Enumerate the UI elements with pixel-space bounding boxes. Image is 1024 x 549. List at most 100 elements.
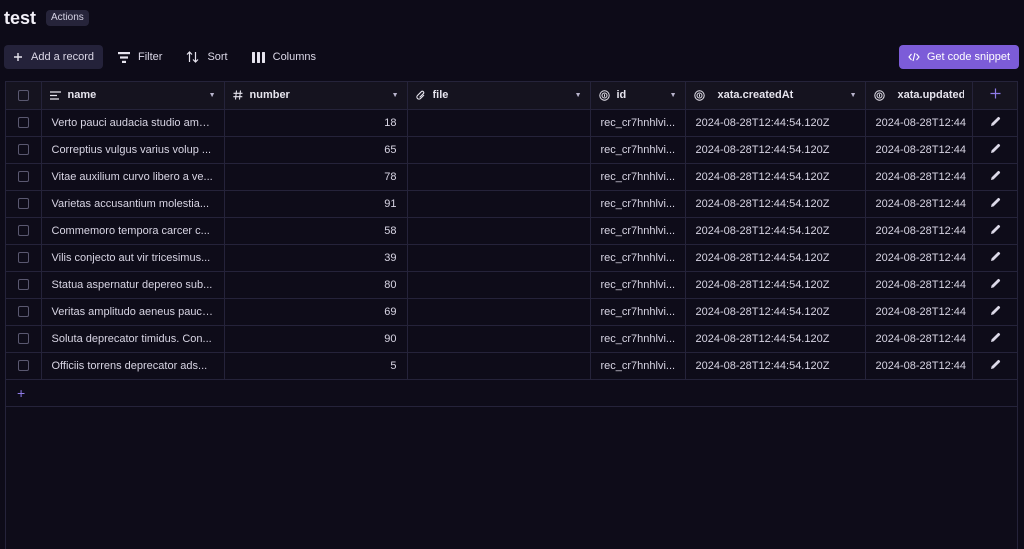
edit-row-button[interactable]: [972, 136, 1017, 164]
table-row[interactable]: Soluta deprecator timidus. Con... 90 rec_c…: [6, 325, 1017, 353]
number-cell[interactable]: 69: [224, 298, 408, 326]
table-row[interactable]: Vitae auxilium curvo libero a ve... 78 rec…: [6, 163, 1017, 191]
file-cell[interactable]: [407, 244, 591, 272]
id-cell[interactable]: rec_cr7hnhlvi...: [590, 271, 686, 299]
created-at-cell[interactable]: 2024-08-28T12:44:54.120Z: [685, 217, 866, 245]
chevron-down-icon[interactable]: ▼: [850, 92, 857, 99]
column-header-created-at[interactable]: xata.createdAt ▼: [685, 82, 866, 110]
name-cell[interactable]: Veritas amplitudo aeneus pauci...: [41, 298, 225, 326]
number-cell[interactable]: 80: [224, 271, 408, 299]
row-checkbox[interactable]: [17, 360, 29, 371]
created-at-cell[interactable]: 2024-08-28T12:44:54.120Z: [685, 352, 866, 380]
file-cell[interactable]: [407, 109, 591, 137]
id-cell[interactable]: rec_cr7hnhlvi...: [590, 163, 686, 191]
row-checkbox[interactable]: [17, 252, 29, 263]
number-cell[interactable]: 39: [224, 244, 408, 272]
table-row[interactable]: Statua aspernatur depereo sub... 80 rec_cr…: [6, 271, 1017, 299]
name-cell[interactable]: Varietas accusantium molestia...: [41, 190, 225, 218]
file-cell[interactable]: [407, 271, 591, 299]
created-at-cell[interactable]: 2024-08-28T12:44:54.120Z: [685, 271, 866, 299]
updated-at-cell[interactable]: 2024-08-28T12:44: [865, 325, 973, 353]
created-at-cell[interactable]: 2024-08-28T12:44:54.120Z: [685, 325, 866, 353]
file-cell[interactable]: [407, 352, 591, 380]
add-column-button[interactable]: [972, 82, 1017, 110]
edit-row-button[interactable]: [972, 325, 1017, 353]
file-cell[interactable]: [407, 325, 591, 353]
name-cell[interactable]: Officiis torrens deprecator ads...: [41, 352, 225, 380]
column-header-updated-at[interactable]: xata.updatedAt: [865, 82, 973, 110]
column-header-number[interactable]: number ▼: [224, 82, 408, 110]
id-cell[interactable]: rec_cr7hnhlvi...: [590, 190, 686, 218]
updated-at-cell[interactable]: 2024-08-28T12:44: [865, 271, 973, 299]
table-row[interactable]: Veritas amplitudo aeneus pauci... 69 rec_c…: [6, 298, 1017, 326]
created-at-cell[interactable]: 2024-08-28T12:44:54.120Z: [685, 109, 866, 137]
file-cell[interactable]: [407, 298, 591, 326]
id-cell[interactable]: rec_cr7hnhlvi...: [590, 352, 686, 380]
chevron-down-icon[interactable]: ▼: [670, 92, 677, 99]
edit-row-button[interactable]: [972, 163, 1017, 191]
add-record-button[interactable]: Add a record: [4, 45, 103, 69]
file-cell[interactable]: [407, 217, 591, 245]
updated-at-cell[interactable]: 2024-08-28T12:44: [865, 298, 973, 326]
row-checkbox[interactable]: [17, 117, 29, 128]
number-cell[interactable]: 58: [224, 217, 408, 245]
edit-row-button[interactable]: [972, 190, 1017, 218]
select-all-checkbox[interactable]: [17, 89, 29, 101]
row-checkbox[interactable]: [17, 198, 29, 209]
file-cell[interactable]: [407, 163, 591, 191]
column-header-id[interactable]: id ▼: [590, 82, 686, 110]
created-at-cell[interactable]: 2024-08-28T12:44:54.120Z: [685, 298, 866, 326]
column-header-name[interactable]: name ▼: [41, 82, 225, 110]
id-cell[interactable]: rec_cr7hnhlvi...: [590, 217, 686, 245]
created-at-cell[interactable]: 2024-08-28T12:44:54.120Z: [685, 136, 866, 164]
updated-at-cell[interactable]: 2024-08-28T12:44: [865, 163, 973, 191]
row-checkbox[interactable]: [17, 171, 29, 182]
row-checkbox[interactable]: [17, 144, 29, 155]
chevron-down-icon[interactable]: ▼: [209, 92, 216, 99]
chevron-down-icon[interactable]: ▼: [392, 92, 399, 99]
name-cell[interactable]: Vilis conjecto aut vir tricesimus...: [41, 244, 225, 272]
number-cell[interactable]: 90: [224, 325, 408, 353]
get-code-snippet-button[interactable]: Get code snippet: [898, 45, 1019, 69]
edit-row-button[interactable]: [972, 298, 1017, 326]
table-row[interactable]: Varietas accusantium molestia... 91 rec_cr…: [6, 190, 1017, 218]
add-row-button[interactable]: +: [6, 380, 1017, 407]
name-cell[interactable]: Statua aspernatur depereo sub...: [41, 271, 225, 299]
edit-row-button[interactable]: [972, 352, 1017, 380]
created-at-cell[interactable]: 2024-08-28T12:44:54.120Z: [685, 244, 866, 272]
edit-row-button[interactable]: [972, 109, 1017, 137]
table-row[interactable]: Commemoro tempora carcer c... 58 rec_cr7hn…: [6, 217, 1017, 245]
file-cell[interactable]: [407, 136, 591, 164]
number-cell[interactable]: 5: [224, 352, 408, 380]
sort-button[interactable]: Sort: [177, 45, 236, 69]
updated-at-cell[interactable]: 2024-08-28T12:44: [865, 217, 973, 245]
row-checkbox[interactable]: [17, 333, 29, 344]
row-checkbox[interactable]: [17, 279, 29, 290]
id-cell[interactable]: rec_cr7hnhlvi...: [590, 244, 686, 272]
column-header-file[interactable]: file ▼: [407, 82, 591, 110]
id-cell[interactable]: rec_cr7hnhlvi...: [590, 109, 686, 137]
updated-at-cell[interactable]: 2024-08-28T12:44: [865, 109, 973, 137]
updated-at-cell[interactable]: 2024-08-28T12:44: [865, 244, 973, 272]
updated-at-cell[interactable]: 2024-08-28T12:44: [865, 352, 973, 380]
name-cell[interactable]: Commemoro tempora carcer c...: [41, 217, 225, 245]
number-cell[interactable]: 91: [224, 190, 408, 218]
file-cell[interactable]: [407, 190, 591, 218]
name-cell[interactable]: Soluta deprecator timidus. Con...: [41, 325, 225, 353]
edit-row-button[interactable]: [972, 217, 1017, 245]
table-row[interactable]: Vilis conjecto aut vir tricesimus... 39 re…: [6, 244, 1017, 272]
number-cell[interactable]: 78: [224, 163, 408, 191]
id-cell[interactable]: rec_cr7hnhlvi...: [590, 298, 686, 326]
chevron-down-icon[interactable]: ▼: [575, 92, 582, 99]
name-cell[interactable]: Correptius vulgus varius volup ...: [41, 136, 225, 164]
columns-button[interactable]: Columns: [243, 45, 325, 69]
edit-row-button[interactable]: [972, 244, 1017, 272]
id-cell[interactable]: rec_cr7hnhlvi...: [590, 325, 686, 353]
filter-button[interactable]: Filter: [109, 45, 171, 69]
row-checkbox[interactable]: [17, 225, 29, 236]
updated-at-cell[interactable]: 2024-08-28T12:44: [865, 190, 973, 218]
number-cell[interactable]: 65: [224, 136, 408, 164]
table-row[interactable]: Verto pauci audacia studio amo... 18 rec_c…: [6, 109, 1017, 137]
edit-row-button[interactable]: [972, 271, 1017, 299]
actions-button[interactable]: Actions: [46, 10, 89, 26]
